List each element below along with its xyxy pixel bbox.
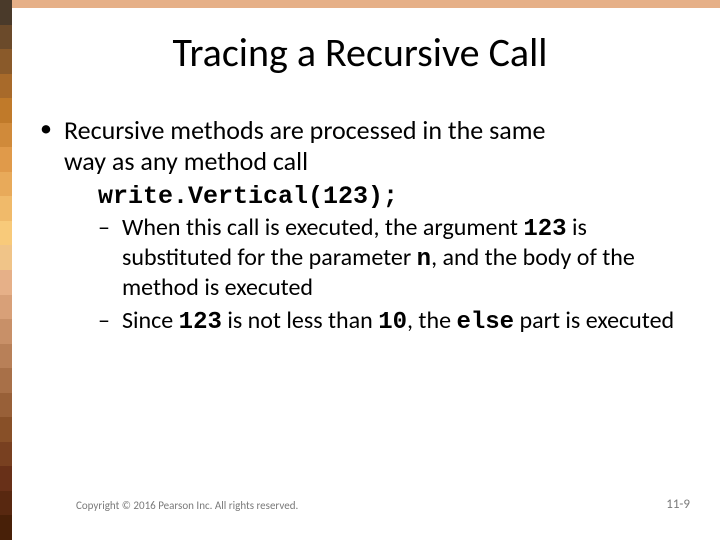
stripe-segment (0, 98, 12, 123)
stripe-segment (0, 491, 12, 516)
bullet-main: Recursive methods are processed in the s… (38, 115, 690, 337)
bullet-main-line1: Recursive methods are processed in the s… (64, 114, 545, 146)
slide-body: Recursive methods are processed in the s… (38, 115, 690, 341)
sub-bullet-1: When this call is executed, the argument… (98, 214, 690, 303)
stripe-segment (0, 221, 12, 246)
top-accent-rule (12, 0, 720, 8)
stripe-segment (0, 417, 12, 442)
stripe-segment (0, 245, 12, 270)
bullet-main-line2: way as any method call (64, 145, 308, 177)
stripe-segment (0, 295, 12, 320)
slide: Tracing a Recursive Call Recursive metho… (0, 0, 720, 540)
stripe-segment (0, 515, 12, 540)
stripe-segment (0, 319, 12, 344)
code-token-n: n (417, 246, 431, 273)
stripe-segment (0, 442, 12, 467)
code-token-10: 10 (378, 309, 407, 336)
stripe-segment (0, 368, 12, 393)
sub-bullet-2: Since 123 is not less than 10, the else … (98, 307, 690, 337)
code-token-else: else (456, 309, 514, 336)
stripe-segment (0, 270, 12, 295)
stripe-segment (0, 147, 12, 172)
code-token-123b: 123 (179, 309, 222, 336)
left-accent-stripes (0, 0, 12, 540)
stripe-segment (0, 344, 12, 369)
slide-title: Tracing a Recursive Call (0, 28, 720, 77)
stripe-segment (0, 123, 12, 148)
stripe-segment (0, 466, 12, 491)
code-example: write.Vertical(123); (64, 182, 690, 212)
stripe-segment (0, 74, 12, 99)
stripe-segment (0, 196, 12, 221)
code-token-123a: 123 (523, 216, 566, 243)
page-number: 11-9 (666, 497, 690, 512)
stripe-segment (0, 0, 12, 25)
stripe-segment (0, 172, 12, 197)
stripe-segment (0, 393, 12, 418)
copyright-text: Copyright © 2016 Pearson Inc. All rights… (76, 499, 298, 512)
